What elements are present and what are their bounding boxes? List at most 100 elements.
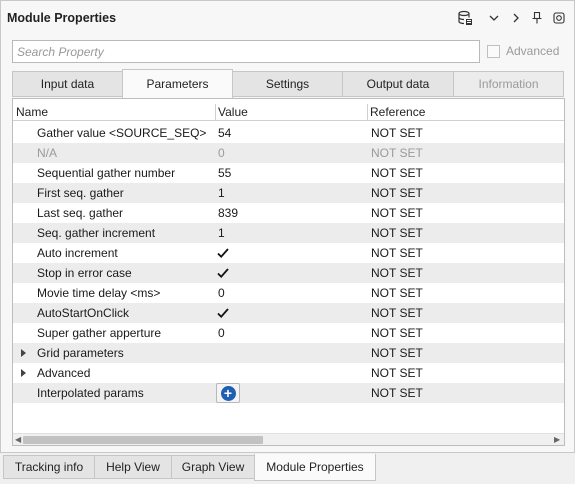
tab-help-view[interactable]: Help View [94,455,172,479]
row-reference[interactable]: NOT SET [371,343,423,363]
table-row[interactable]: Movie time delay <ms> 0 NOT SET [13,283,564,303]
tab-information: Information [453,71,564,97]
scroll-right-icon[interactable]: ▶ [554,436,562,444]
tab-graph-view[interactable]: Graph View [171,455,255,479]
chevron-down-icon[interactable] [485,9,503,27]
row-name: Gather value <SOURCE_SEQ> [37,126,207,140]
row-reference[interactable]: NOT SET [371,283,423,303]
row-reference[interactable]: NOT SET [371,263,423,283]
tab-tracking-info[interactable]: Tracking info [3,455,95,479]
expand-arrow-icon[interactable] [21,369,26,377]
row-name: AutoStartOnClick [37,306,130,320]
table-row[interactable]: AutoStartOnClick NOT SET [13,303,564,323]
row-value[interactable]: 55 [218,163,231,183]
search-property-field[interactable] [12,40,480,63]
row-name: Stop in error case [37,266,132,280]
checkmark-icon[interactable] [216,246,230,260]
grid-rows: Gather value <SOURCE_SEQ> 54 NOT SET N/A… [13,123,564,403]
scrollbar-thumb[interactable] [23,436,263,444]
row-name: Interpolated params [37,386,144,400]
row-value: 0 [218,146,225,160]
row-value[interactable]: 0 [218,283,225,303]
row-name: Auto increment [37,246,118,260]
row-name: First seq. gather [37,186,124,200]
table-row[interactable]: First seq. gather 1 NOT SET [13,183,564,203]
row-name: Advanced [37,366,91,380]
advanced-checkbox[interactable] [487,44,500,58]
column-header-name[interactable]: Name [13,104,48,121]
advanced-toggle[interactable]: Advanced [487,44,559,58]
tab-output-data[interactable]: Output data [342,71,454,97]
search-input[interactable] [13,41,479,62]
row-value[interactable]: 1 [218,223,225,243]
row-name: Super gather apperture [37,326,162,340]
tab-label: Help View [106,460,160,474]
tab-module-properties[interactable]: Module Properties [254,454,376,481]
table-row[interactable]: Sequential gather number 55 NOT SET [13,163,564,183]
bottom-tab-bar: Tracking info Help View Graph View Modul… [3,454,573,481]
tab-label: Input data [40,77,95,91]
row-reference[interactable]: NOT SET [371,183,423,203]
column-header-reference[interactable]: Reference [367,104,425,121]
add-interpolated-button[interactable]: + [216,383,240,403]
row-value[interactable]: 0 [218,323,225,343]
table-row: N/A 0 NOT SET [13,143,564,163]
tab-parameters[interactable]: Parameters [122,69,233,98]
tab-label: Tracking info [14,460,84,474]
row-name: N/A [37,146,58,160]
row-value[interactable]: 54 [218,123,231,143]
row-name: Movie time delay <ms> [37,286,161,300]
panel-title: Module Properties [7,11,117,25]
tab-label: Settings [265,77,310,91]
table-row[interactable]: Super gather apperture 0 NOT SET [13,323,564,343]
row-name: Last seq. gather [37,206,124,220]
column-header-value[interactable]: Value [215,104,248,121]
property-grid: Name Value Reference Gather value <SOURC… [12,98,565,446]
property-tabs: Input data Parameters Settings Output da… [12,69,565,98]
title-bar: Module Properties [1,1,574,35]
horizontal-scrollbar[interactable]: ◀ ▶ [13,433,564,445]
row-name: Sequential gather number [37,166,176,180]
grid-header: Name Value Reference [13,104,564,121]
row-reference[interactable]: NOT SET [371,123,423,143]
chevron-right-icon[interactable] [507,9,525,27]
module-properties-panel: Module Properties Search Property Advanc… [0,0,575,453]
expand-arrow-icon[interactable] [21,349,26,357]
table-row[interactable]: Auto increment NOT SET [13,243,564,263]
tab-label: Output data [366,77,430,91]
tab-settings[interactable]: Settings [232,71,343,97]
table-row[interactable]: Seq. gather increment 1 NOT SET [13,223,564,243]
tab-label: Module Properties [266,460,364,474]
table-row[interactable]: Grid parameters NOT SET [13,343,564,363]
table-row[interactable]: Stop in error case NOT SET [13,263,564,283]
plus-icon: + [220,385,236,401]
advanced-label: Advanced [506,44,560,58]
row-reference[interactable]: NOT SET [371,383,423,403]
row-reference[interactable]: NOT SET [371,223,423,243]
database-icon[interactable] [456,9,474,27]
maximize-icon[interactable] [550,9,568,27]
row-name: Grid parameters [37,346,124,360]
row-reference[interactable]: NOT SET [371,243,423,263]
table-row[interactable]: Advanced NOT SET [13,363,564,383]
row-value[interactable]: 1 [218,183,225,203]
row-name: Seq. gather increment [37,226,156,240]
row-reference[interactable]: NOT SET [371,323,423,343]
table-row[interactable]: Last seq. gather 839 NOT SET [13,203,564,223]
row-reference[interactable]: NOT SET [371,203,423,223]
tab-input-data[interactable]: Input data [12,71,123,97]
tab-label: Parameters [146,77,209,91]
row-reference[interactable]: NOT SET [371,163,423,183]
scroll-left-icon[interactable]: ◀ [15,436,23,444]
checkmark-icon[interactable] [216,266,230,280]
pin-icon[interactable] [528,9,546,27]
row-reference[interactable]: NOT SET [371,363,423,383]
table-row[interactable]: Interpolated params + NOT SET [13,383,564,403]
checkmark-icon[interactable] [216,306,230,320]
tab-label: Graph View [181,460,245,474]
row-value[interactable]: 839 [218,203,238,223]
table-row[interactable]: Gather value <SOURCE_SEQ> 54 NOT SET [13,123,564,143]
tab-label: Information [478,77,539,91]
row-reference[interactable]: NOT SET [371,303,423,323]
row-reference: NOT SET [371,146,423,160]
